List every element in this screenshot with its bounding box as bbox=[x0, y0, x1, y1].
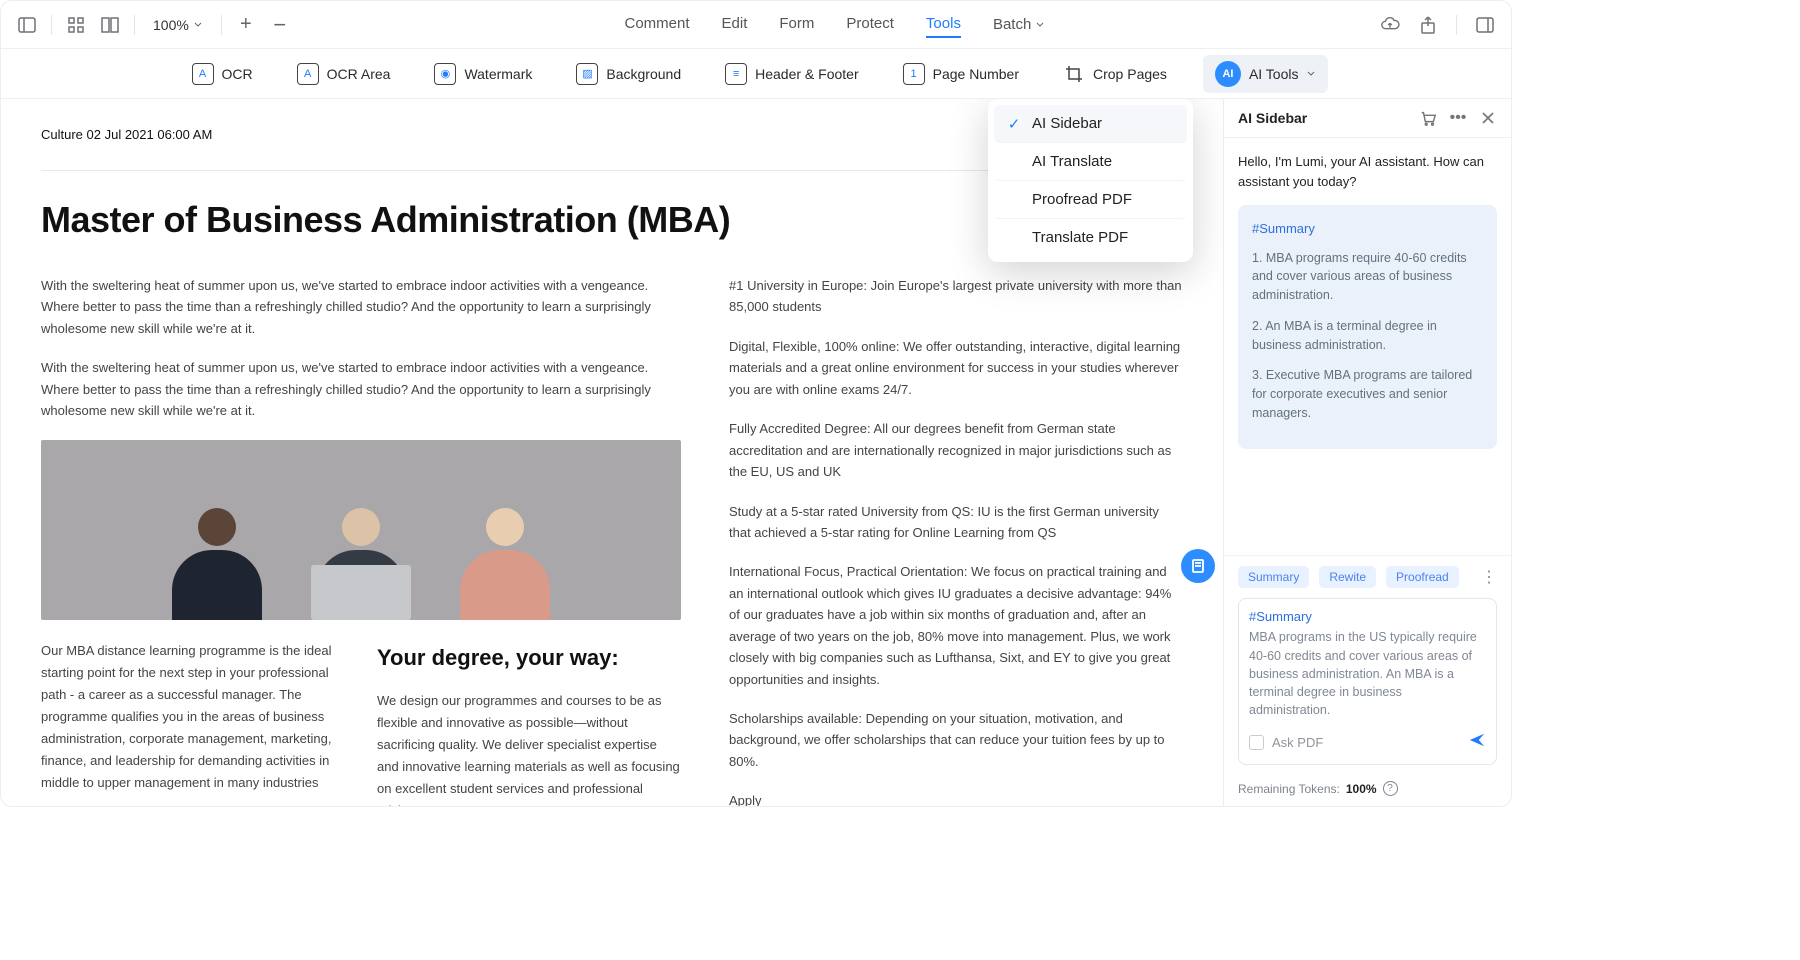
doc-right-column: #1 University in Europe: Join Europe's l… bbox=[729, 275, 1183, 806]
divider bbox=[1456, 15, 1457, 35]
remaining-tokens: Remaining Tokens: 100% ? bbox=[1224, 775, 1511, 806]
crop-icon bbox=[1063, 63, 1085, 85]
zoom-in-icon[interactable]: + bbox=[236, 15, 256, 35]
main-tabs: Comment Edit Form Protect Tools Batch bbox=[290, 11, 1380, 38]
grid-view-icon[interactable] bbox=[66, 15, 86, 35]
doc-paragraph: Fully Accredited Degree: All our degrees… bbox=[729, 418, 1183, 482]
tools-bar: AOCR AOCR Area ◉Watermark ▨Background ≡H… bbox=[1, 49, 1511, 99]
page-number-icon: 1 bbox=[903, 63, 925, 85]
tab-tools[interactable]: Tools bbox=[926, 11, 961, 38]
doc-paragraph: With the sweltering heat of summer upon … bbox=[41, 275, 681, 339]
dropdown-item-ai-sidebar[interactable]: ✓ AI Sidebar bbox=[994, 105, 1187, 143]
divider bbox=[134, 15, 135, 35]
floating-ai-button[interactable] bbox=[1181, 549, 1215, 583]
ai-greeting: Hello, I'm Lumi, your AI assistant. How … bbox=[1238, 152, 1497, 191]
cloud-upload-icon[interactable] bbox=[1380, 15, 1400, 35]
zoom-out-icon[interactable]: − bbox=[270, 15, 290, 35]
ocr-icon: A bbox=[192, 63, 214, 85]
help-icon[interactable]: ? bbox=[1383, 781, 1398, 796]
ai-badge-icon: AI bbox=[1215, 61, 1241, 87]
send-icon[interactable] bbox=[1468, 731, 1486, 754]
divider bbox=[51, 15, 52, 35]
tool-header-footer[interactable]: ≡Header & Footer bbox=[717, 57, 867, 91]
ai-sidebar: AI Sidebar ••• Hello, I'm Lumi, your AI … bbox=[1223, 99, 1511, 806]
sidebar-header: AI Sidebar ••• bbox=[1224, 99, 1511, 138]
tool-page-number[interactable]: 1Page Number bbox=[895, 57, 1027, 91]
summary-card: #Summary 1. MBA programs require 40-60 c… bbox=[1238, 205, 1497, 449]
ocr-area-icon: A bbox=[297, 63, 319, 85]
main-content: Culture 02 Jul 2021 06:00 AM Master of B… bbox=[1, 99, 1511, 806]
prompt-box: #Summary MBA programs in the US typicall… bbox=[1238, 598, 1497, 765]
doc-paragraph: Apply bbox=[729, 790, 1183, 806]
doc-paragraph: Scholarships available: Depending on you… bbox=[729, 708, 1183, 772]
header-footer-icon: ≡ bbox=[725, 63, 747, 85]
chip-more-icon[interactable]: ⋮ bbox=[1481, 567, 1497, 587]
tool-ai-tools[interactable]: AIAI Tools bbox=[1203, 55, 1329, 93]
sidebar-title: AI Sidebar bbox=[1238, 110, 1407, 126]
chevron-down-icon bbox=[1306, 69, 1316, 79]
dropdown-item-proofread-pdf[interactable]: Proofread PDF bbox=[994, 181, 1187, 219]
tab-batch[interactable]: Batch bbox=[993, 11, 1045, 38]
dropdown-item-translate-pdf[interactable]: Translate PDF bbox=[994, 219, 1187, 256]
chip-proofread[interactable]: Proofread bbox=[1386, 566, 1459, 588]
tab-edit[interactable]: Edit bbox=[722, 11, 748, 38]
toolbar-left: 100% + − bbox=[17, 15, 290, 35]
sidebar-bottom: Summary Rewite Proofread ⋮ #Summary MBA … bbox=[1224, 555, 1511, 775]
summary-item: 3. Executive MBA programs are tailored f… bbox=[1252, 366, 1483, 422]
summary-item: 2. An MBA is a terminal degree in busine… bbox=[1252, 317, 1483, 355]
ai-tools-dropdown: ✓ AI Sidebar AI Translate Proofread PDF … bbox=[988, 99, 1193, 262]
doc-paragraph: #1 University in Europe: Join Europe's l… bbox=[729, 275, 1183, 318]
tab-comment[interactable]: Comment bbox=[625, 11, 690, 38]
doc-subparagraph: Our MBA distance learning programme is t… bbox=[41, 640, 345, 806]
right-panel-icon[interactable] bbox=[1475, 15, 1495, 35]
close-icon[interactable] bbox=[1479, 109, 1497, 127]
document-view: Culture 02 Jul 2021 06:00 AM Master of B… bbox=[1, 99, 1223, 806]
prompt-tag: #Summary bbox=[1249, 609, 1486, 624]
prompt-text: MBA programs in the US typically require… bbox=[1249, 628, 1486, 719]
tool-ocr[interactable]: AOCR bbox=[184, 57, 261, 91]
tool-watermark[interactable]: ◉Watermark bbox=[426, 57, 540, 91]
cart-icon[interactable] bbox=[1419, 109, 1437, 127]
top-toolbar: 100% + − Comment Edit Form Protect Tools… bbox=[1, 1, 1511, 49]
two-page-icon[interactable] bbox=[100, 15, 120, 35]
dropdown-item-ai-translate[interactable]: AI Translate bbox=[994, 143, 1187, 181]
check-icon: ✓ bbox=[1006, 116, 1022, 132]
doc-paragraph: With the sweltering heat of summer upon … bbox=[41, 357, 681, 421]
chip-summary[interactable]: Summary bbox=[1238, 566, 1309, 588]
tool-crop-pages[interactable]: Crop Pages bbox=[1055, 57, 1175, 91]
doc-subheading: Your degree, your way: bbox=[377, 640, 681, 676]
sidebar-toggle-icon[interactable] bbox=[17, 15, 37, 35]
ask-pdf-label: Ask PDF bbox=[1272, 735, 1460, 750]
doc-image bbox=[41, 440, 681, 620]
zoom-label: 100% bbox=[153, 17, 189, 33]
doc-paragraph: Digital, Flexible, 100% online: We offer… bbox=[729, 336, 1183, 400]
doc-paragraph: International Focus, Practical Orientati… bbox=[729, 561, 1183, 690]
toolbar-right bbox=[1380, 15, 1495, 35]
chip-row: Summary Rewite Proofread ⋮ bbox=[1238, 566, 1497, 588]
zoom-control[interactable]: 100% bbox=[149, 17, 207, 33]
sidebar-body: Hello, I'm Lumi, your AI assistant. How … bbox=[1224, 138, 1511, 555]
summary-item: 1. MBA programs require 40-60 credits an… bbox=[1252, 249, 1483, 305]
divider bbox=[221, 15, 222, 35]
tab-form[interactable]: Form bbox=[779, 11, 814, 38]
summary-tag: #Summary bbox=[1252, 219, 1483, 239]
doc-subparagraph: We design our programmes and courses to … bbox=[377, 690, 681, 806]
ask-row: Ask PDF bbox=[1249, 731, 1486, 754]
doc-paragraph: Study at a 5-star rated University from … bbox=[729, 501, 1183, 544]
doc-left-column: With the sweltering heat of summer upon … bbox=[41, 275, 681, 806]
tool-ocr-area[interactable]: AOCR Area bbox=[289, 57, 399, 91]
background-icon: ▨ bbox=[576, 63, 598, 85]
chip-rewrite[interactable]: Rewite bbox=[1319, 566, 1376, 588]
tab-protect[interactable]: Protect bbox=[846, 11, 894, 38]
more-icon[interactable]: ••• bbox=[1449, 109, 1467, 127]
watermark-icon: ◉ bbox=[434, 63, 456, 85]
ask-pdf-checkbox[interactable] bbox=[1249, 735, 1264, 750]
share-icon[interactable] bbox=[1418, 15, 1438, 35]
tool-background[interactable]: ▨Background bbox=[568, 57, 689, 91]
